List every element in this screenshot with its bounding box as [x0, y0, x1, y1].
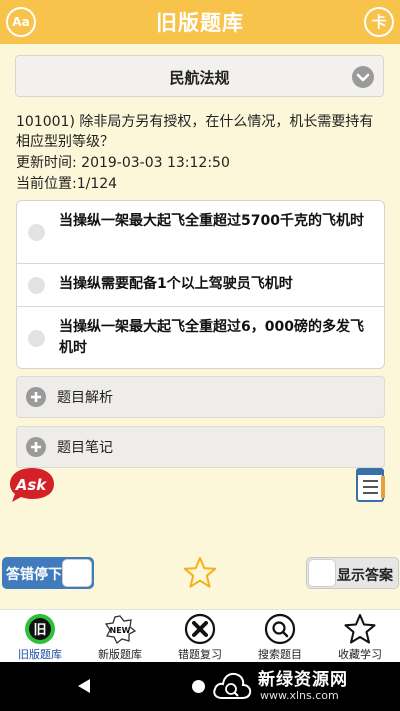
analysis-panel[interactable]: 题目解析 [16, 376, 385, 418]
tab-label: 收藏学习 [338, 648, 382, 661]
tab-label: 旧版题库 [18, 648, 62, 661]
tab-wrong-review[interactable]: 错题复习 [160, 610, 240, 663]
search-icon [263, 613, 297, 645]
question-text: 101001) 除非局方另有授权，在什么情况，机长需要持有相应型别等级？ [16, 114, 374, 150]
notes-label: 题目笔记 [57, 440, 113, 456]
tab-old-bank[interactable]: 旧 旧版题库 [0, 610, 80, 663]
category-label: 民航法规 [169, 69, 230, 87]
option-text: 当操纵一架最大起飞全重超过6，000磅的多发飞机时 [59, 319, 364, 356]
page-title: 旧版题库 [156, 11, 244, 35]
stop-on-wrong-label: 答错停下 [6, 567, 62, 583]
radio-icon[interactable] [28, 330, 45, 347]
svg-text:旧: 旧 [33, 623, 46, 638]
question-position: 当前位置:1/124 [16, 176, 118, 192]
watermark: 新绿资源网 www.xlns.com [210, 664, 400, 708]
watermark-title: 新绿资源网 [258, 670, 348, 690]
option-text: 当操纵需要配备1个以上驾驶员飞机时 [59, 276, 293, 292]
plus-icon[interactable] [26, 437, 46, 457]
tab-label: 错题复习 [178, 648, 222, 661]
ask-logo-icon[interactable]: Ask [8, 466, 56, 508]
old-bank-icon: 旧 [23, 613, 57, 645]
stop-on-wrong-toggle[interactable]: 答错停下 [2, 557, 94, 589]
cloud-logo-icon [213, 672, 252, 699]
answer-option-b[interactable]: 当操纵需要配备1个以上驾驶员飞机时 [17, 264, 384, 307]
new-badge-icon: NEW [103, 613, 137, 645]
update-time: 更新时间: 2019-03-03 13:12:50 [16, 155, 230, 171]
tab-label: 搜索题目 [258, 648, 302, 661]
svg-text:NEW: NEW [110, 626, 131, 635]
radio-icon[interactable] [28, 224, 45, 241]
toggle-knob[interactable] [308, 559, 336, 587]
category-dropdown[interactable]: 民航法规 [15, 55, 384, 97]
watermark-url: www.xlns.com [260, 689, 339, 702]
answer-option-a[interactable]: 当操纵一架最大起飞全重超过5700千克的飞机时 [17, 201, 384, 264]
chevron-down-icon[interactable] [352, 66, 374, 88]
plus-icon[interactable] [26, 387, 46, 407]
home-icon[interactable] [192, 680, 205, 693]
tab-new-bank[interactable]: NEW 新版题库 [80, 610, 160, 663]
option-text: 当操纵一架最大起飞全重超过5700千克的飞机时 [59, 213, 364, 229]
answer-card-icon[interactable]: 卡 [364, 7, 394, 37]
bottom-tab-bar: 旧 旧版题库 NEW 新版题库 错题复习 搜索题目 收藏学习 [0, 609, 400, 662]
favorite-star-icon[interactable] [183, 556, 217, 594]
show-answer-label: 显示答案 [337, 568, 393, 584]
notes-list-icon[interactable] [354, 466, 388, 508]
notes-panel[interactable]: 题目笔记 [16, 426, 385, 468]
answer-options: 当操纵一架最大起飞全重超过5700千克的飞机时 当操纵需要配备1个以上驾驶员飞机… [16, 200, 385, 369]
close-circle-icon [183, 613, 217, 645]
tab-search[interactable]: 搜索题目 [240, 610, 320, 663]
back-icon[interactable] [76, 678, 92, 698]
toggle-knob[interactable] [62, 559, 92, 587]
answer-option-c[interactable]: 当操纵一架最大起飞全重超过6，000磅的多发飞机时 [17, 307, 384, 368]
tab-favorites[interactable]: 收藏学习 [320, 610, 400, 663]
top-app-bar: Aa 旧版题库 卡 [0, 0, 400, 44]
svg-text:Ask: Ask [15, 476, 48, 494]
analysis-label: 题目解析 [57, 390, 113, 406]
radio-icon[interactable] [28, 277, 45, 294]
show-answer-toggle[interactable]: 显示答案 [306, 557, 399, 589]
tab-label: 新版题库 [98, 648, 142, 661]
star-icon [343, 613, 377, 645]
